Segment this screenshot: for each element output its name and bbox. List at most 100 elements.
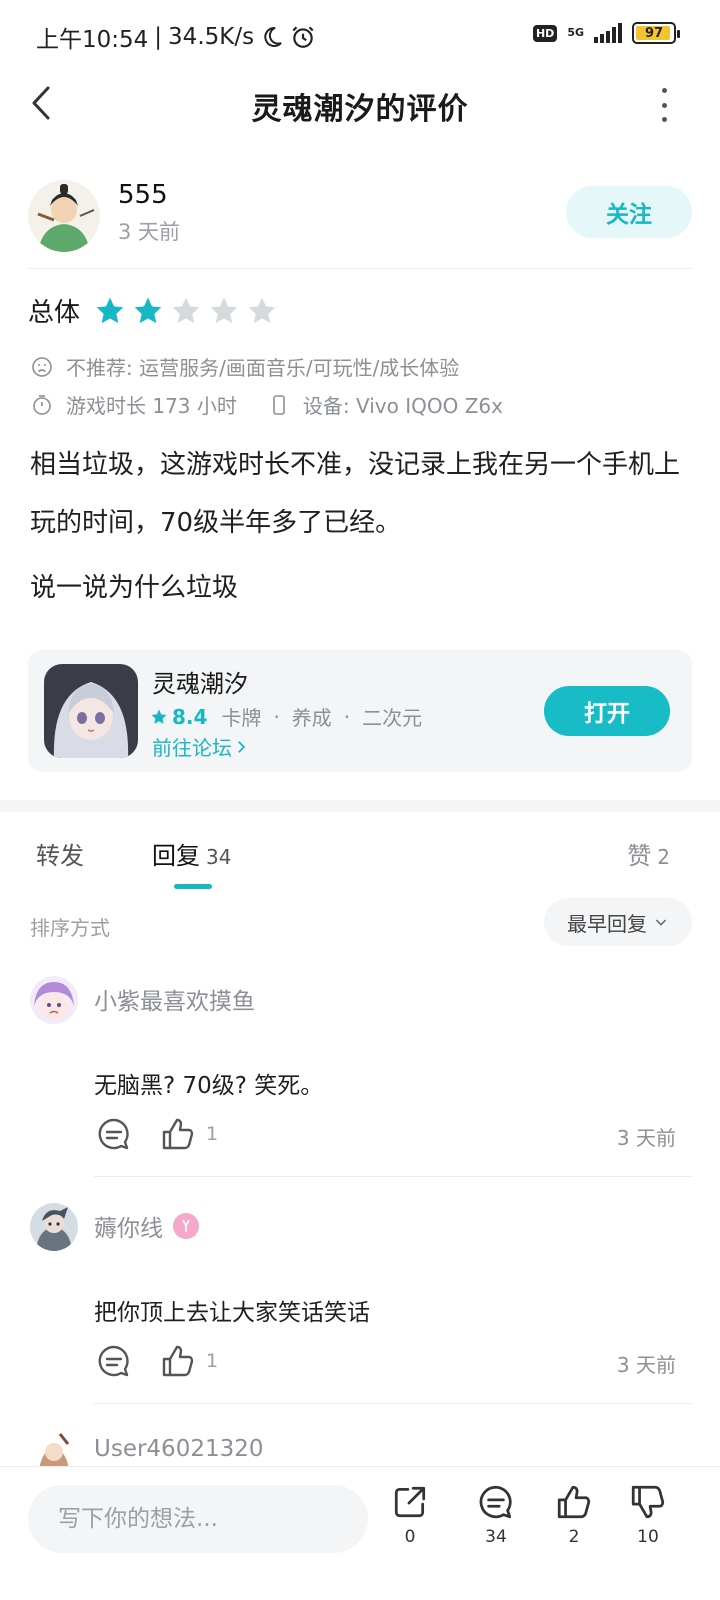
- comment-text: 把你顶上去让大家笑话笑话: [94, 1300, 370, 1326]
- game-card[interactable]: 灵魂潮汐 8.4 卡牌 · 养成 · 二次元 前往论坛 打开: [28, 650, 692, 772]
- tab-forward-label: 转发: [36, 842, 84, 870]
- phone-icon: [273, 394, 285, 415]
- commenter-name[interactable]: User46021320: [94, 1436, 264, 1462]
- moon-icon: [264, 26, 282, 47]
- game-score: 8.4: [172, 704, 208, 729]
- signal-icon: [594, 23, 622, 43]
- reply-count: 34: [485, 1527, 507, 1547]
- game-name: 灵魂潮汐: [152, 670, 248, 698]
- author-time: 3 天前: [118, 220, 181, 244]
- comment-input[interactable]: [28, 1485, 368, 1553]
- star-icon: [151, 709, 167, 724]
- comment-time: 3 天前: [616, 1353, 676, 1377]
- star-icon: [210, 297, 238, 323]
- like-count: 1: [206, 1123, 219, 1145]
- device: 设备: Vivo IQOO Z6x: [302, 394, 503, 418]
- comment-actions: 1: [96, 1116, 218, 1152]
- tab-forward[interactable]: 转发: [36, 836, 84, 871]
- star-icon: [248, 297, 276, 323]
- commenter-name[interactable]: 薅你线: [94, 1209, 199, 1243]
- page-title: 灵魂潮汐的评价: [251, 92, 469, 127]
- sort-value: 最早回复: [567, 911, 647, 936]
- review-text-secondary: 说一说为什么垃圾: [30, 573, 239, 603]
- status-left: 上午10:54 | 34.5K/s: [36, 20, 316, 54]
- chevron-right-icon: [238, 740, 246, 753]
- tab-indicator: [174, 884, 212, 889]
- not-recommend-row: 不推荐: 运营服务/画面音乐/可玩性/成长体验: [30, 352, 459, 381]
- commenter-name-text: User46021320: [94, 1436, 264, 1462]
- commenter-avatar[interactable]: [30, 976, 78, 1024]
- follow-button[interactable]: 关注: [566, 186, 692, 238]
- rating-row: 总体: [28, 292, 278, 329]
- tag-separator: ·: [343, 704, 351, 729]
- game-tag: 二次元: [362, 706, 423, 730]
- share-icon: [394, 1486, 426, 1518]
- timer-icon: [33, 394, 51, 415]
- alarm-icon: [292, 26, 314, 48]
- reply-icon[interactable]: [96, 1116, 132, 1152]
- tab-reply-count: 34: [206, 845, 232, 869]
- hd-badge: HD: [532, 24, 558, 42]
- rating-label: 总体: [28, 298, 81, 328]
- comment-text: 无脑黑? 70级? 笑死。: [94, 1073, 324, 1099]
- comment-actions: 1: [96, 1343, 218, 1379]
- commenter-avatar[interactable]: [30, 1203, 78, 1251]
- sort-dropdown[interactable]: 最早回复: [544, 898, 692, 946]
- open-game-button[interactable]: 打开: [544, 686, 670, 736]
- chevron-down-icon: [655, 919, 667, 926]
- battery-icon: 97: [632, 22, 680, 44]
- user-badge-icon: [173, 1213, 199, 1239]
- tab-reply-label: 回复: [152, 842, 200, 870]
- section-divider: [0, 800, 720, 812]
- like-icon[interactable]: [160, 1116, 196, 1152]
- battery-level: 97: [644, 25, 664, 41]
- author-avatar[interactable]: [28, 180, 100, 252]
- share-button[interactable]: 0: [380, 1483, 440, 1547]
- divider: [28, 268, 692, 269]
- status-separator: |: [154, 24, 163, 50]
- like-count: 1: [206, 1350, 219, 1372]
- thumbs-down-icon: [631, 1485, 665, 1519]
- reply-button[interactable]: 34: [466, 1483, 526, 1547]
- forum-link[interactable]: 前往论坛: [152, 732, 250, 761]
- game-meta: 8.4 卡牌 · 养成 · 二次元: [150, 702, 422, 731]
- thumbs-up-icon: [557, 1485, 591, 1519]
- dislike-count: 10: [637, 1527, 659, 1547]
- commenter-name[interactable]: 小紫最喜欢摸鱼: [94, 982, 255, 1016]
- author-row: 555 3 天前 关注: [28, 180, 692, 252]
- share-count: 0: [404, 1527, 416, 1547]
- star-icon: [96, 297, 124, 323]
- more-button[interactable]: [654, 88, 674, 122]
- sort-label: 排序方式: [30, 916, 110, 940]
- dislike-button[interactable]: 10: [618, 1483, 678, 1547]
- author-name[interactable]: 555: [118, 180, 168, 210]
- tab-like-label: 赞: [627, 842, 652, 870]
- network-type: 5G: [567, 26, 584, 39]
- game-tag: 卡牌: [221, 706, 262, 730]
- tab-reply[interactable]: 回复 34: [152, 836, 231, 871]
- like-button[interactable]: 2: [544, 1483, 604, 1547]
- bottom-bar: 0 34 2 10: [0, 1466, 720, 1600]
- like-count: 2: [568, 1527, 580, 1547]
- status-speed: 34.5K/s: [168, 24, 255, 50]
- comment-time: 3 天前: [616, 1126, 676, 1150]
- playtime-device-row: 游戏时长 173 小时 设备: Vivo IQOO Z6x: [30, 390, 503, 419]
- like-icon[interactable]: [160, 1343, 196, 1379]
- tag-separator: ·: [273, 704, 280, 729]
- commenter-name-text: 薅你线: [94, 1216, 163, 1242]
- header: 灵魂潮汐的评价: [0, 70, 720, 136]
- review-text: 相当垃圾，这游戏时长不准，没记录上我在另一个手机上玩的时间，70级半年多了已经。: [30, 450, 681, 538]
- tab-like[interactable]: 赞2: [627, 836, 670, 871]
- not-recommend-text: 不推荐: 运营服务/画面音乐/可玩性/成长体验: [66, 356, 460, 380]
- star-icon: [172, 297, 200, 323]
- tabs: 转发 回复 34 赞2: [0, 830, 720, 890]
- game-tag: 养成: [291, 706, 332, 730]
- status-bar: 上午10:54 | 34.5K/s HD 5G 97: [0, 0, 720, 70]
- commenter-name-text: 小紫最喜欢摸鱼: [94, 989, 255, 1015]
- divider: [94, 1403, 692, 1404]
- sad-face-icon: [32, 356, 52, 377]
- status-time: 上午10:54: [36, 27, 149, 53]
- forum-link-label: 前往论坛: [152, 736, 232, 760]
- reply-icon[interactable]: [96, 1343, 132, 1379]
- divider: [94, 1176, 692, 1177]
